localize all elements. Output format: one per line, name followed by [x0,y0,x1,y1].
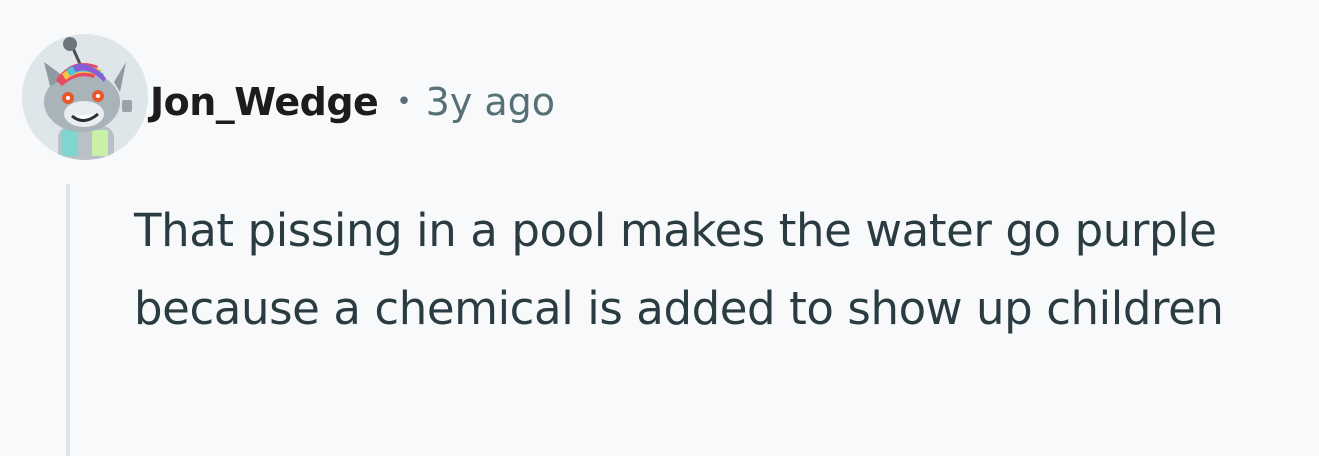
meta-separator: • [396,87,412,117]
thread-line[interactable] [66,184,70,456]
author-username[interactable]: Jon_Wedge [150,80,379,124]
comment-meta: Jon_Wedge • 3y ago [150,76,555,128]
comment-timestamp[interactable]: 3y ago [426,80,555,124]
snoo-avatar-icon[interactable] [22,34,148,160]
comment: Jon_Wedge • 3y ago That pissing in a poo… [0,0,1319,456]
comment-body: That pissing in a pool makes the water g… [134,204,1224,335]
